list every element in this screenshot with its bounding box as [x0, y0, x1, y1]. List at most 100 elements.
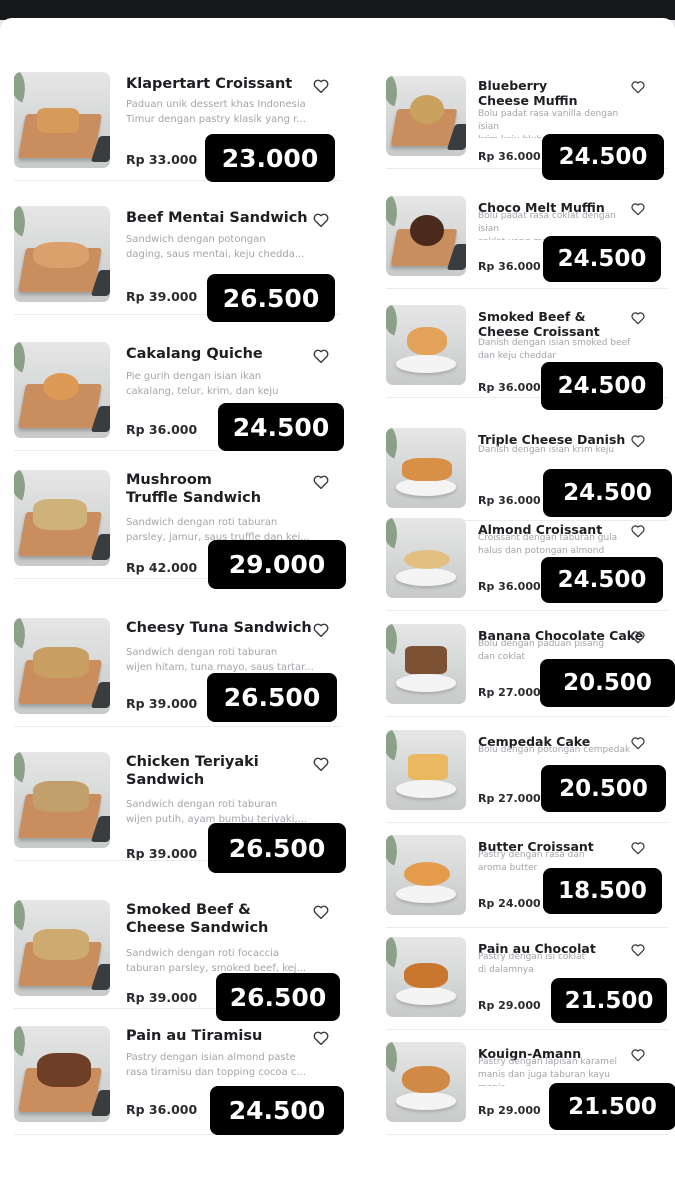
original-price: Rp 33.000 — [126, 152, 198, 167]
promo-price-badge: 24.500 — [541, 557, 663, 603]
product-description: Pie gurih dengan isian ikan cakalang, te… — [126, 371, 279, 397]
original-price: Rp 36.000 — [478, 381, 541, 394]
product-photo[interactable] — [386, 518, 466, 598]
heart-outline-icon[interactable] — [630, 840, 646, 856]
item-divider — [386, 610, 668, 611]
heart-outline-icon[interactable] — [630, 433, 646, 449]
item-divider — [386, 822, 668, 823]
product-photo[interactable] — [14, 470, 110, 566]
promo-price-badge: 29.000 — [208, 540, 346, 589]
product-photo[interactable] — [14, 72, 110, 168]
product-photo[interactable] — [386, 1042, 466, 1122]
original-price: Rp 36.000 — [478, 580, 541, 593]
heart-outline-icon[interactable] — [630, 629, 646, 645]
product-description: Sandwich dengan roti focaccia taburan pa… — [126, 948, 307, 974]
heart-outline-icon[interactable] — [630, 735, 646, 751]
original-price: Rp 39.000 — [126, 696, 198, 711]
heart-outline-icon[interactable] — [312, 903, 330, 921]
product-name: Blueberry Cheese Muffin — [478, 78, 578, 109]
product-name: Chicken Teriyaki Sandwich — [126, 754, 259, 788]
heart-outline-icon[interactable] — [630, 523, 646, 539]
product-description: Croissant dengan taburan gula halus dan … — [478, 533, 618, 557]
product-photo[interactable] — [14, 752, 110, 848]
product-name: Beef Mentai Sandwich — [126, 210, 308, 226]
heart-outline-icon[interactable] — [630, 310, 646, 326]
promo-price-badge: 26.500 — [208, 823, 346, 873]
product-photo[interactable] — [386, 305, 466, 385]
promo-price-badge: 26.500 — [216, 973, 340, 1021]
product-description: Pastry dengan isian almond paste rasa ti… — [126, 1052, 306, 1078]
original-price: Rp 39.000 — [126, 990, 198, 1005]
promo-price-badge: 18.500 — [543, 868, 662, 914]
product-name: Pain au Tiramisu — [126, 1028, 263, 1044]
promo-price-badge: 23.000 — [205, 134, 335, 182]
promo-price-badge: 24.500 — [543, 469, 672, 517]
heart-outline-icon[interactable] — [312, 1029, 330, 1047]
original-price: Rp 36.000 — [126, 1102, 198, 1117]
product-photo[interactable] — [386, 196, 466, 276]
product-description: Danish dengan isian smoked beef dan keju… — [478, 338, 631, 362]
heart-outline-icon[interactable] — [312, 347, 330, 365]
product-name: Smoked Beef & Cheese Sandwich — [126, 902, 269, 936]
product-description: Danish dengan isian krim keju — [478, 445, 615, 455]
product-description: Sandwich dengan potongan daging, saus me… — [126, 234, 305, 260]
product-name: Cakalang Quiche — [126, 346, 263, 362]
original-price: Rp 27.000 — [478, 792, 541, 805]
product-photo[interactable] — [386, 76, 466, 156]
original-price: Rp 42.000 — [126, 560, 198, 575]
product-photo[interactable] — [386, 730, 466, 810]
item-divider — [386, 288, 668, 289]
product-name: Smoked Beef & Cheese Croissant — [478, 309, 600, 340]
product-photo[interactable] — [14, 206, 110, 302]
product-photo[interactable] — [14, 900, 110, 996]
original-price: Rp 36.000 — [126, 422, 198, 437]
promo-price-badge: 24.500 — [218, 403, 344, 451]
product-name: Cheesy Tuna Sandwich — [126, 620, 312, 636]
original-price: Rp 39.000 — [126, 289, 198, 304]
original-price: Rp 36.000 — [478, 260, 541, 273]
product-photo[interactable] — [14, 618, 110, 714]
product-photo[interactable] — [386, 428, 466, 508]
item-divider — [386, 927, 668, 928]
product-description: Bolu dengan potongan cempedak — [478, 745, 631, 755]
promo-price-badge: 26.500 — [207, 673, 337, 722]
heart-outline-icon[interactable] — [312, 473, 330, 491]
original-price: Rp 36.000 — [478, 150, 541, 163]
product-photo[interactable] — [14, 1026, 110, 1122]
item-divider — [386, 716, 668, 717]
product-description: Pastry dengan isi coklat di dalamnya — [478, 952, 586, 976]
product-description: Pastry dengan lapisan karamel manis dan … — [478, 1057, 617, 1086]
product-photo[interactable] — [386, 835, 466, 915]
promo-price-badge: 24.500 — [210, 1086, 344, 1135]
menu-sheet: Klapertart Croissant Paduan unik dessert … — [0, 18, 675, 1200]
product-name: Klapertart Croissant — [126, 76, 293, 92]
product-description: Paduan unik dessert khas Indonesia Timur… — [126, 99, 306, 125]
promo-price-badge: 20.500 — [541, 765, 666, 812]
original-price: Rp 29.000 — [478, 1104, 541, 1117]
heart-outline-icon[interactable] — [630, 79, 646, 95]
heart-outline-icon[interactable] — [630, 1047, 646, 1063]
product-name: Mushroom Truffle Sandwich — [126, 472, 262, 506]
heart-outline-icon[interactable] — [312, 77, 330, 95]
original-price: Rp 36.000 — [478, 494, 541, 507]
product-photo[interactable] — [386, 937, 466, 1017]
heart-outline-icon[interactable] — [630, 942, 646, 958]
heart-outline-icon[interactable] — [630, 201, 646, 217]
promo-price-badge: 26.500 — [207, 274, 335, 322]
original-price: Rp 29.000 — [478, 999, 541, 1012]
heart-outline-icon[interactable] — [312, 621, 330, 639]
product-photo[interactable] — [386, 624, 466, 704]
top-status-bar — [0, 0, 675, 20]
item-divider — [14, 726, 340, 727]
item-divider — [386, 1029, 668, 1030]
heart-outline-icon[interactable] — [312, 755, 330, 773]
promo-price-badge: 24.500 — [543, 236, 661, 282]
promo-price-badge: 24.500 — [541, 362, 663, 410]
promo-price-badge: 21.500 — [551, 978, 667, 1023]
original-price: Rp 24.000 — [478, 897, 541, 910]
product-description: Sandwich dengan roti taburan wijen hitam… — [126, 647, 314, 673]
product-photo[interactable] — [14, 342, 110, 438]
heart-outline-icon[interactable] — [312, 211, 330, 229]
original-price: Rp 39.000 — [126, 846, 198, 861]
promo-price-badge: 21.500 — [549, 1083, 675, 1130]
